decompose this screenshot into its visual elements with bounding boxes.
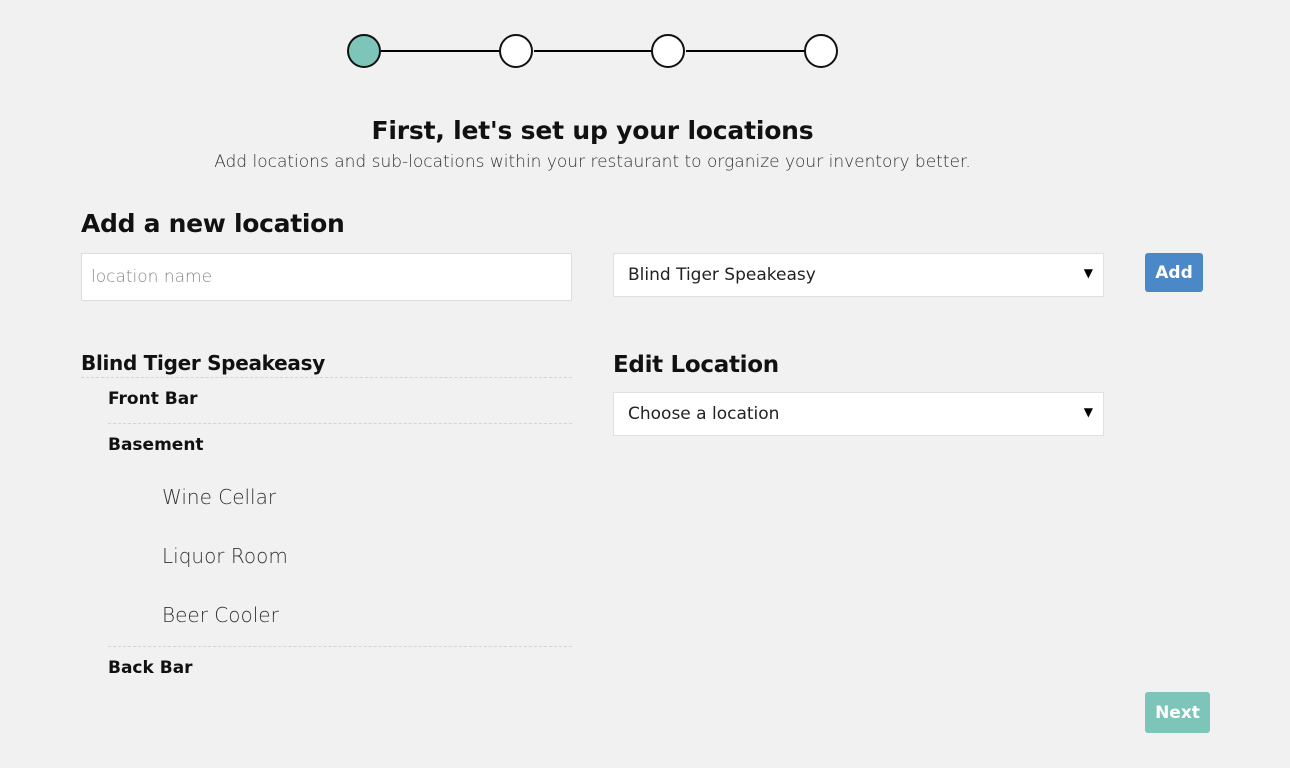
- step-1-indicator[interactable]: [347, 34, 381, 68]
- add-location-title: Add a new location: [81, 209, 345, 238]
- tree-item-basement[interactable]: Basement: [108, 435, 204, 455]
- tree-divider: [108, 646, 572, 647]
- caret-down-icon: ▼: [1083, 266, 1093, 280]
- tree-subitem-liquor-room[interactable]: Liquor Room: [162, 544, 288, 568]
- location-name-input[interactable]: [81, 253, 572, 301]
- tree-divider: [81, 377, 572, 378]
- tree-item-back-bar[interactable]: Back Bar: [108, 658, 193, 678]
- tree-divider: [108, 423, 572, 424]
- progress-stepper: [347, 34, 838, 68]
- setup-page: First, let's set up your locations Add l…: [0, 0, 1290, 768]
- tree-item-front-bar[interactable]: Front Bar: [108, 389, 198, 409]
- edit-location-select-value: Choose a location: [628, 404, 780, 424]
- page-subtitle: Add locations and sub-locations within y…: [214, 152, 971, 172]
- step-connector: [686, 50, 805, 52]
- step-4-indicator[interactable]: [804, 34, 838, 68]
- parent-location-select-value: Blind Tiger Speakeasy: [628, 265, 816, 285]
- edit-location-select[interactable]: Choose a location ▼: [613, 392, 1104, 436]
- edit-location-title: Edit Location: [613, 352, 779, 378]
- step-connector: [381, 50, 500, 52]
- step-connector: [534, 50, 652, 52]
- tree-subitem-beer-cooler[interactable]: Beer Cooler: [162, 603, 279, 627]
- caret-down-icon: ▼: [1083, 405, 1093, 419]
- next-button[interactable]: Next: [1145, 692, 1210, 733]
- parent-location-select[interactable]: Blind Tiger Speakeasy ▼: [613, 253, 1104, 297]
- step-2-indicator[interactable]: [499, 34, 533, 68]
- step-3-indicator[interactable]: [651, 34, 685, 68]
- tree-subitem-wine-cellar[interactable]: Wine Cellar: [162, 485, 276, 509]
- add-button[interactable]: Add: [1145, 253, 1203, 292]
- tree-root-location[interactable]: Blind Tiger Speakeasy: [81, 351, 325, 375]
- page-title: First, let's set up your locations: [371, 116, 814, 145]
